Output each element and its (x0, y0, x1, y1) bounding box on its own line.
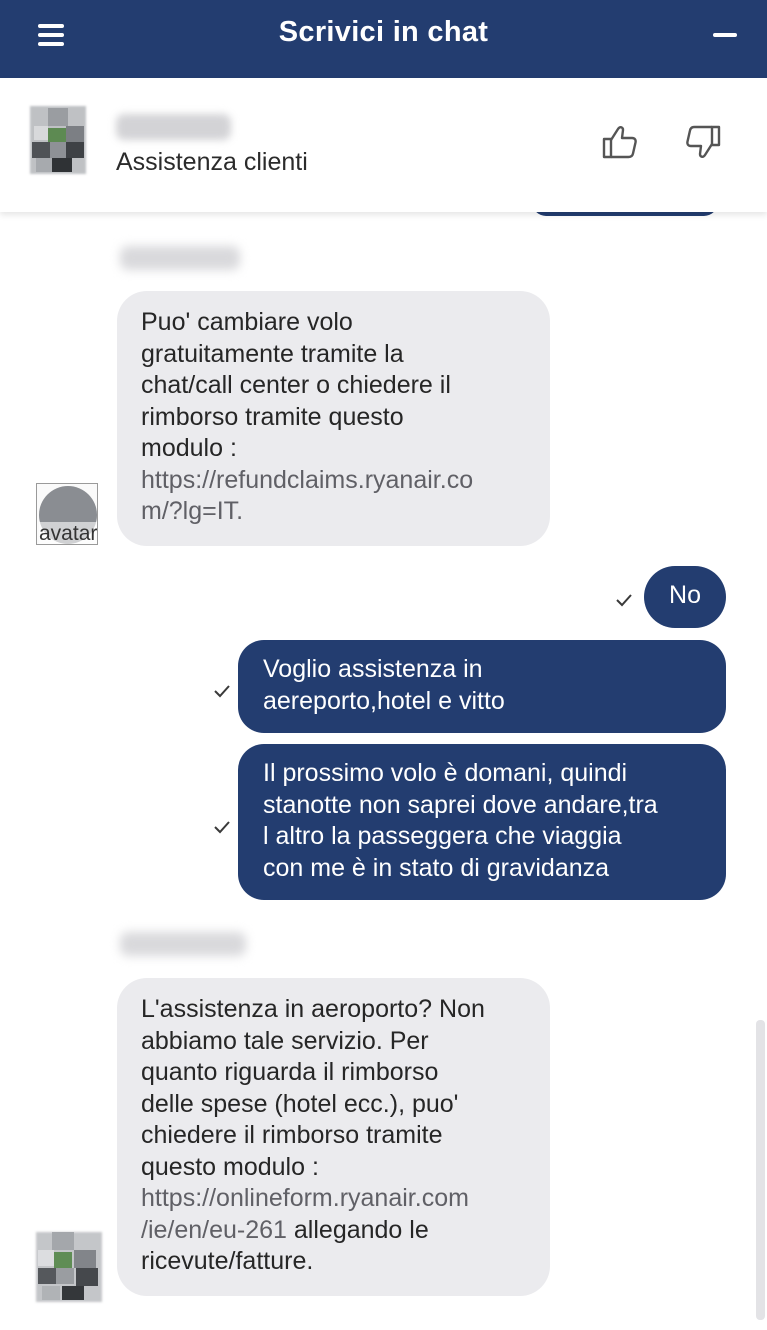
message-line: chat/call center o chiedere il (141, 371, 451, 399)
agent-avatar-broken-image: avatar (36, 483, 98, 545)
agent-avatar (36, 1232, 102, 1302)
message-line: modulo : (141, 434, 237, 462)
eu261-form-link-continued[interactable]: /ie/en/eu-261 (141, 1216, 287, 1244)
message-line: gratuitamente tramite la (141, 339, 404, 368)
agent-sender-name-redacted (120, 932, 246, 956)
message-line: L'assistenza in aeroporto? Non (141, 995, 485, 1023)
avatar-alt-text: avatar (39, 522, 98, 545)
chat-title: Scrivici in chat (278, 16, 489, 48)
message-line: questo modulo : (141, 1152, 319, 1181)
agent-sender-name-redacted (120, 246, 240, 270)
chat-messages-area[interactable]: Puo' cambiare volo gratuitamente tramite… (0, 188, 767, 1330)
message-line: abbiamo tale servizio. Per (141, 1026, 429, 1055)
message-line: quanto riguarda il rimborso (141, 1058, 439, 1086)
message-line: l altro la passeggera che viaggia (263, 822, 622, 850)
message-line: Il prossimo volo è domani, quindi (263, 759, 628, 787)
message-line: /ie/en/eu-261 allegando le (141, 1215, 526, 1247)
thumbs-down-icon[interactable] (683, 122, 723, 162)
checkmark-icon (214, 685, 230, 698)
agent-header: Assistenza clienti (0, 78, 767, 212)
eu261-form-link[interactable]: https://onlineform.ryanair.com (141, 1183, 526, 1215)
agent-avatar (30, 106, 86, 174)
message-line: rimborso tramite questo (141, 402, 404, 431)
message-text: allegando le (286, 1215, 429, 1244)
message-line: No (669, 581, 701, 609)
refund-claims-link[interactable]: https://refundclaims.ryanair.co (141, 465, 526, 497)
message-line: Voglio assistenza in (263, 655, 483, 683)
message-line: ricevute/fatture. (141, 1247, 314, 1275)
chat-title-bar: Scrivici in chat (0, 0, 767, 78)
message-line: stanotte non saprei dove andare,tra (263, 790, 658, 819)
message-line: delle spese (hotel ecc.), puo' (141, 1089, 459, 1118)
agent-name-redacted (116, 114, 231, 140)
message-line: Puo' cambiare volo (141, 308, 353, 336)
user-message-bubble: No (644, 566, 726, 628)
agent-message-bubble: Puo' cambiare volo gratuitamente tramite… (117, 291, 550, 546)
thumbs-up-icon[interactable] (600, 122, 640, 162)
checkmark-icon (616, 594, 632, 607)
minimize-icon[interactable] (713, 33, 737, 37)
message-line: con me è in stato di gravidanza (263, 853, 610, 882)
message-line: aereporto,hotel e vitto (263, 686, 505, 715)
agent-role: Assistenza clienti (116, 148, 308, 176)
checkmark-icon (214, 821, 230, 834)
user-message-bubble: Voglio assistenza in aereporto,hotel e v… (238, 640, 726, 733)
message-line: chiedere il rimborso tramite (141, 1121, 443, 1149)
chat-scrollbar[interactable] (756, 1020, 765, 1320)
refund-claims-link-continued[interactable]: m/?lg=IT. (141, 496, 526, 528)
agent-message-bubble: L'assistenza in aeroporto? Non abbiamo t… (117, 978, 550, 1296)
user-message-bubble: Il prossimo volo è domani, quindi stanot… (238, 744, 726, 900)
